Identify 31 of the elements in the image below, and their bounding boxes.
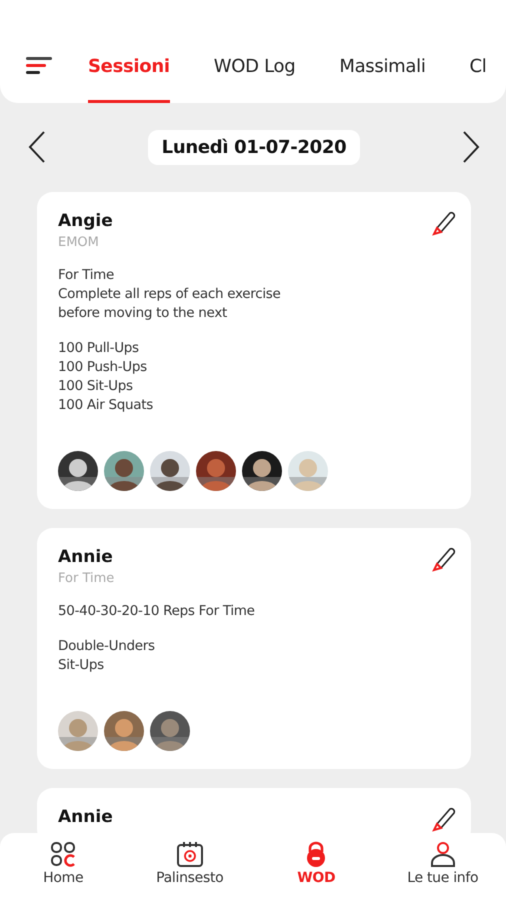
date-label: Lunedì 01-07-2020	[148, 130, 360, 164]
menu-button[interactable]	[26, 57, 52, 75]
workout-line: Complete all reps of each exercise	[58, 285, 282, 304]
calendar-icon	[176, 841, 204, 867]
next-day-button[interactable]	[462, 130, 480, 164]
workout-line: For Time	[58, 266, 116, 285]
menu-icon	[26, 57, 52, 75]
workout-line: 100 Pull-Ups	[58, 339, 140, 358]
workout-line: 50-40-30-20-10 Reps For Time	[58, 602, 256, 621]
workout-title: Annie	[58, 807, 113, 827]
nav-item[interactable]: WOD	[253, 833, 380, 900]
user-icon	[430, 841, 456, 867]
workout-type: EMOM	[58, 235, 100, 250]
tab[interactable]: Massimali	[339, 56, 426, 103]
previous-day-button[interactable]	[28, 130, 46, 164]
workout-line: 100 Air Squats	[58, 396, 154, 415]
workout-line: Double-Unders	[58, 637, 156, 656]
tab[interactable]: Cl	[470, 56, 487, 103]
workout-line: 100 Sit-Ups	[58, 377, 134, 396]
workout-type: For Time	[58, 571, 116, 586]
nav-item[interactable]: Home	[0, 833, 126, 900]
workout-line: 100 Push-Ups	[58, 358, 148, 377]
grid-icon	[50, 841, 76, 867]
nav-item[interactable]: Palinsesto	[126, 833, 253, 900]
workout-title: Angie	[58, 211, 113, 231]
tab[interactable]: Sessioni	[88, 56, 170, 103]
workout-line: Sit-Ups	[58, 656, 105, 675]
workout-line: before moving to the next	[58, 304, 228, 323]
nav-item[interactable]: Le tue info	[380, 833, 506, 900]
tab[interactable]: WOD Log	[214, 56, 296, 103]
workout-title: Annie	[58, 547, 113, 567]
